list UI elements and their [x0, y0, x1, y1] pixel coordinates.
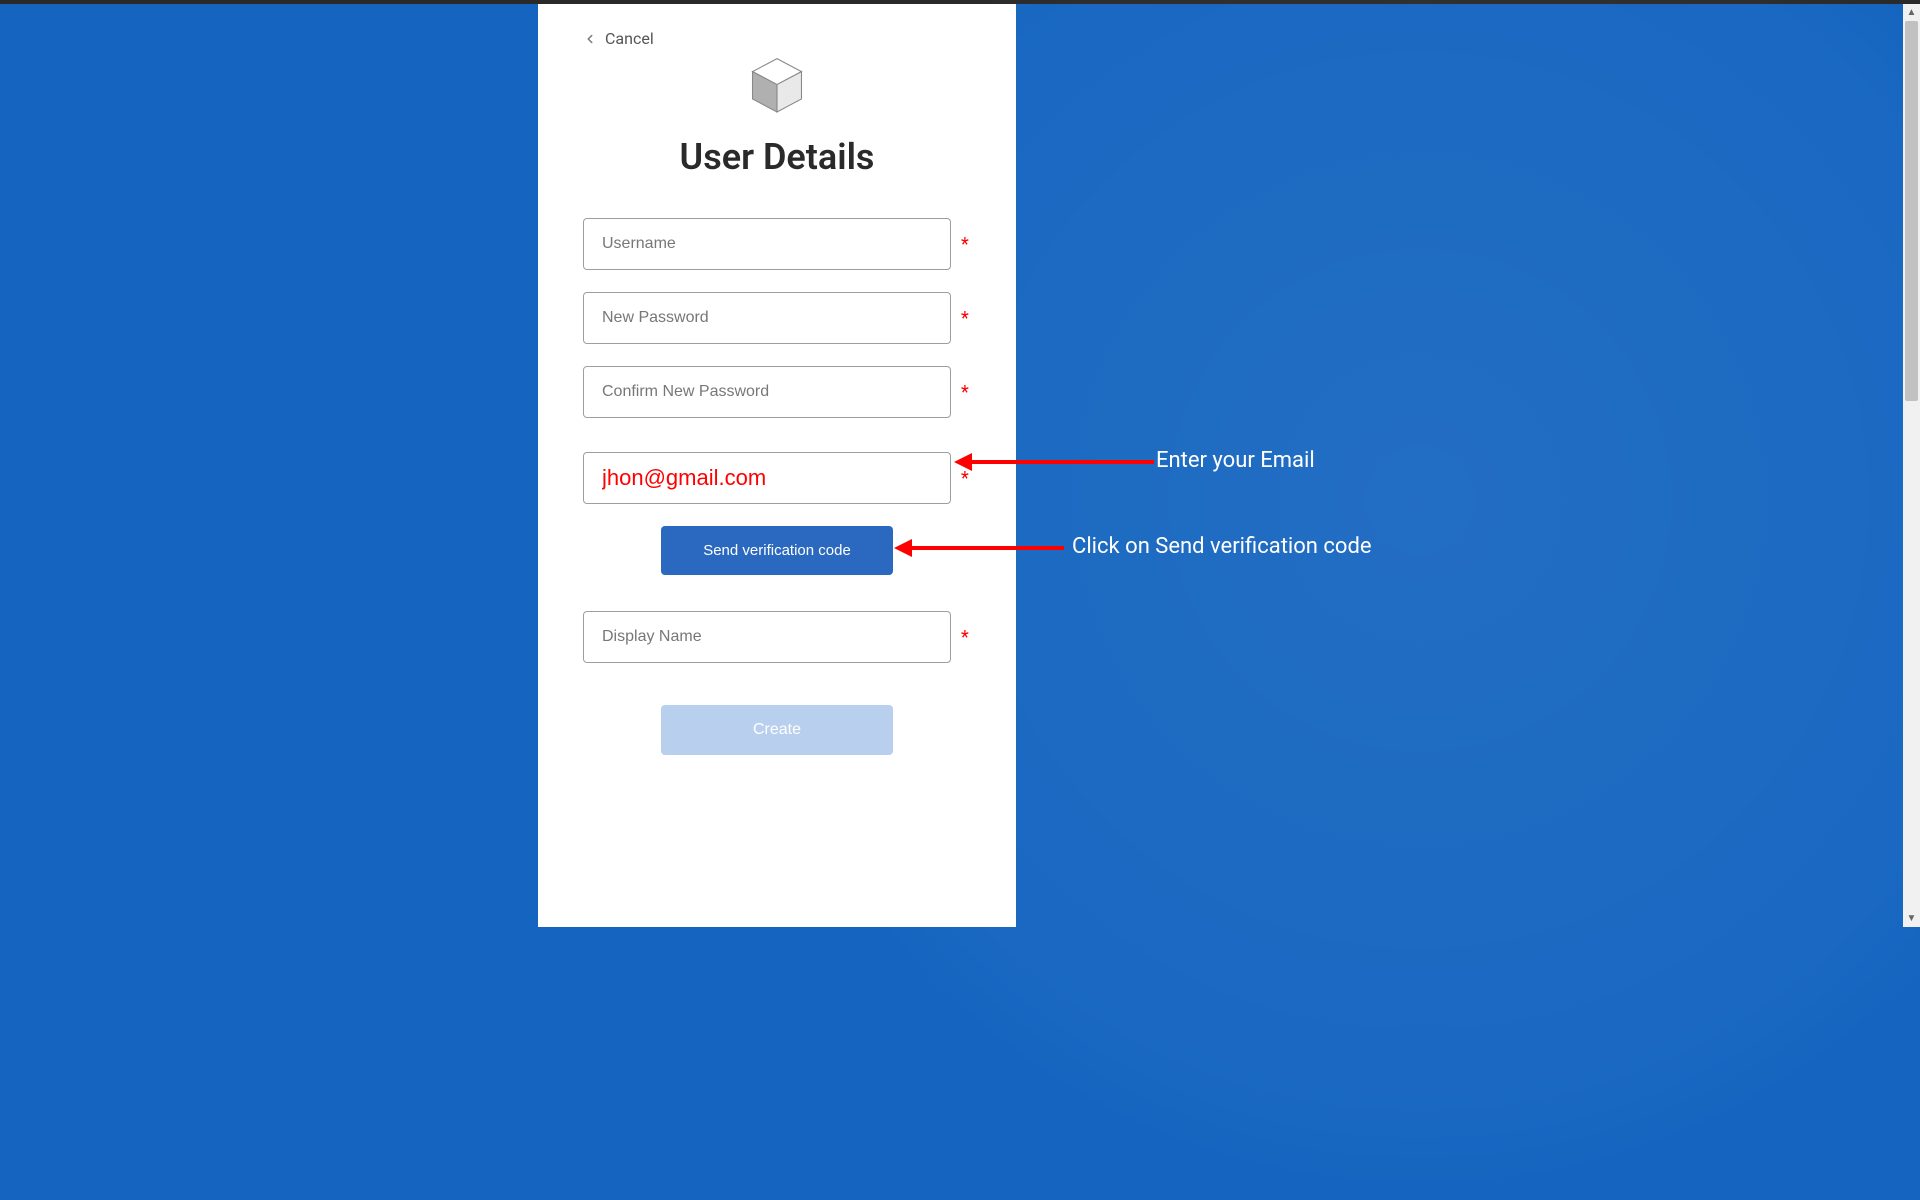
username-input[interactable]: [583, 218, 951, 270]
scrollbar-thumb[interactable]: [1905, 21, 1918, 401]
scrollbar-down-arrow-icon[interactable]: ▼: [1903, 910, 1920, 927]
new-password-input[interactable]: [583, 292, 951, 344]
page-title: User Details: [583, 136, 971, 178]
email-input[interactable]: [583, 452, 951, 504]
required-marker: *: [961, 308, 971, 329]
scrollbar-up-arrow-icon[interactable]: ▲: [1903, 4, 1920, 21]
scrollbar-track[interactable]: [1903, 21, 1920, 910]
annotation-email-hint: Enter your Email: [1156, 448, 1315, 473]
confirm-password-row: *: [583, 366, 971, 418]
cancel-label: Cancel: [605, 29, 654, 48]
cancel-button[interactable]: Cancel: [583, 29, 654, 48]
user-details-card: Cancel User Details * * * * Send verific…: [538, 4, 1016, 927]
annotation-arrow-email-icon: [954, 448, 1154, 476]
annotation-arrow-send-code-icon: [894, 534, 1064, 562]
username-row: *: [583, 218, 971, 270]
required-marker: *: [961, 627, 971, 648]
display-name-row: *: [583, 611, 971, 663]
required-marker: *: [961, 382, 971, 403]
annotation-send-code-hint: Click on Send verification code: [1072, 534, 1372, 559]
display-name-input[interactable]: [583, 611, 951, 663]
new-password-row: *: [583, 292, 971, 344]
email-row: *: [583, 452, 971, 504]
confirm-password-input[interactable]: [583, 366, 951, 418]
send-verification-code-button[interactable]: Send verification code: [661, 526, 893, 575]
chevron-left-icon: [583, 32, 597, 46]
create-row: Create: [583, 705, 971, 755]
logo-wrap: [583, 50, 971, 126]
required-marker: *: [961, 234, 971, 255]
vertical-scrollbar[interactable]: ▲ ▼: [1903, 4, 1920, 927]
cube-icon: [741, 50, 813, 126]
create-button[interactable]: Create: [661, 705, 893, 755]
